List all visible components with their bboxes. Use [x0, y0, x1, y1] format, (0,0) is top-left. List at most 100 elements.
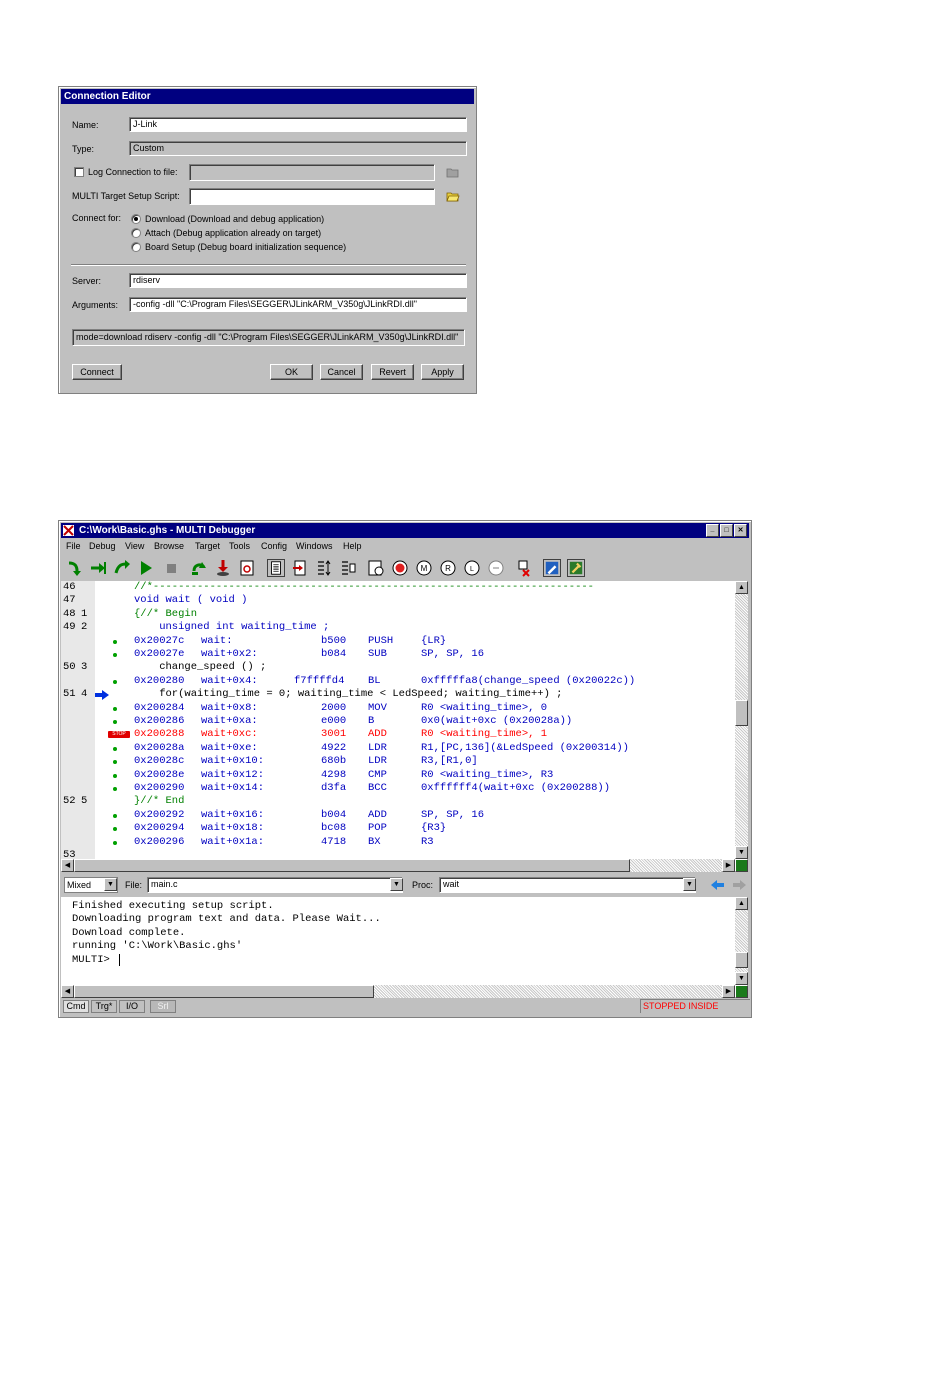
tab-srl[interactable]: Srl [150, 1000, 176, 1013]
disassembly-row[interactable]: 0x200284 wait+0x8: 2000 MOV R0 <waiting_time… [61, 702, 735, 715]
menu-tools[interactable]: Tools [229, 539, 250, 553]
local-vars-icon[interactable]: L [463, 559, 481, 577]
run-icon[interactable] [137, 559, 155, 577]
source-hscroll-thumb[interactable] [74, 859, 630, 872]
source-scroll-left-button[interactable]: ◀ [61, 859, 74, 872]
menu-browse[interactable]: Browse [154, 539, 184, 553]
tab-cmd[interactable]: Cmd [63, 1000, 89, 1013]
breakpoint-dot-icon[interactable] [113, 773, 117, 778]
navigate-back-icon[interactable] [710, 878, 726, 892]
breakpoint-dot-icon[interactable] [113, 653, 117, 657]
breakpoint-dot-icon[interactable] [113, 760, 117, 765]
disassembly-row[interactable]: 0x200294 wait+0x18: bc08 POP {R3} [61, 822, 735, 835]
proc-select[interactable]: wait [439, 877, 696, 893]
log-connection-checkbox[interactable] [74, 167, 84, 177]
go-to-pc-icon[interactable] [291, 559, 309, 577]
command-scroll-up-button[interactable]: ▲ [735, 897, 748, 910]
disassembly-row[interactable]: 0x200286 wait+0xa: e000 B 0x0(wait+0xc (0x20… [61, 715, 735, 728]
disassembly-row[interactable]: 0x200290 wait+0x14: d3fa BCC 0xffffff4(wait+… [61, 782, 735, 795]
board-setup-radio[interactable] [131, 242, 141, 252]
disassembly-row[interactable]: 0x20028e wait+0x12: 4298 CMP R0 <waiting_tim… [61, 769, 735, 782]
disassembly-row[interactable]: STOP 0x200288 wait+0xc: 3001 ADD R0 <waiting_… [61, 728, 735, 741]
breakpoint-dot-icon[interactable] [113, 787, 117, 791]
file-dropdown-arrow[interactable]: ▼ [390, 878, 403, 891]
call-stack-icon[interactable] [487, 559, 505, 577]
source-row[interactable]: 49 2 unsigned int waiting_time ; [61, 621, 735, 634]
hammer-icon[interactable] [567, 559, 585, 577]
stop-sign-icon[interactable] [391, 559, 409, 577]
stop-icon[interactable] [162, 559, 180, 577]
menu-file[interactable]: File [66, 539, 81, 553]
breakpoints-icon[interactable] [315, 559, 333, 577]
close-button[interactable]: ✕ [734, 524, 747, 537]
disassembly-row[interactable]: 0x20028c wait+0x10: 680b LDR R3,[R1,0] [61, 755, 735, 768]
source-scroll-right-button[interactable]: ▶ [722, 859, 735, 872]
source-row[interactable]: 48 1 {//* Begin [61, 608, 735, 621]
breakpoint-dot-icon[interactable] [113, 679, 117, 684]
command-scroll-right-button[interactable]: ▶ [722, 985, 735, 998]
disassembly-row[interactable]: 0x200296 wait+0x1a: 4718 BX R3 [61, 836, 735, 849]
step-out-icon[interactable] [113, 559, 131, 577]
menu-help[interactable]: Help [343, 539, 362, 553]
memory-view-icon[interactable]: M [415, 559, 433, 577]
breakpoint-stop-icon[interactable]: STOP [108, 731, 130, 739]
navigate-forward-icon[interactable] [731, 878, 747, 892]
breakpoint-dot-icon[interactable] [113, 840, 117, 845]
server-field[interactable]: rdiserv [129, 273, 467, 288]
command-scroll-thumb[interactable] [735, 952, 748, 968]
source-pane[interactable]: 46 //*-----------------------------------… [61, 581, 735, 859]
disassembly-row[interactable]: 0x200280 wait+0x4: f7ffffd4 BL 0xfffffa8(cha… [61, 675, 735, 688]
disassembly-row[interactable]: 0x20027e wait+0x2: b084 SUB SP, SP, 16 [61, 648, 735, 661]
breakpoint-dot-icon[interactable] [113, 813, 117, 818]
source-scroll-down-button[interactable]: ▼ [735, 846, 748, 859]
disconnect-icon[interactable] [515, 559, 533, 577]
disassembly-row[interactable]: 0x20028a wait+0xe: 4922 LDR R1,[PC,136](&Led… [61, 742, 735, 755]
source-scroll-thumb[interactable] [735, 700, 748, 726]
arguments-field[interactable]: -config -dll "C:\Program Files\SEGGER\JL… [129, 297, 467, 312]
disassembly-row[interactable]: 0x200292 wait+0x16: b004 ADD SP, SP, 16 [61, 809, 735, 822]
view-mode-dropdown-arrow[interactable]: ▼ [104, 878, 117, 891]
source-row[interactable]: 51 4 for(waiting_time = 0; waiting_time <… [61, 688, 735, 701]
edit-icon[interactable] [543, 559, 561, 577]
breakpoint-dot-icon[interactable] [113, 639, 117, 644]
ok-button[interactable]: OK [270, 364, 313, 380]
disassembly-row[interactable]: 0x20027c wait: b500 PUSH {LR} [61, 635, 735, 648]
command-hscroll-thumb[interactable] [74, 985, 374, 998]
source-view-icon[interactable] [267, 559, 285, 577]
cancel-button[interactable]: Cancel [320, 364, 363, 380]
source-row[interactable]: 47 void wait ( void ) [61, 594, 735, 607]
restart-icon[interactable] [190, 559, 208, 577]
menu-config[interactable]: Config [261, 539, 287, 553]
menu-view[interactable]: View [125, 539, 144, 553]
breakpoint-dot-icon[interactable] [113, 827, 117, 832]
step-into-icon[interactable] [89, 559, 107, 577]
breakpoint-dot-icon[interactable] [113, 706, 117, 711]
step-over-icon[interactable] [65, 559, 83, 577]
registers-view-icon[interactable] [339, 559, 357, 577]
download-icon[interactable] [214, 559, 232, 577]
menu-target[interactable]: Target [195, 539, 220, 553]
revert-button[interactable]: Revert [371, 364, 414, 380]
minimize-button[interactable]: _ [706, 524, 719, 537]
tab-io[interactable]: I/O [119, 1000, 145, 1013]
command-pane[interactable]: Finished executing setup script. Download… [61, 897, 735, 985]
setup-script-field[interactable] [189, 188, 435, 205]
breakpoint-dot-icon[interactable] [113, 746, 117, 751]
register-icon[interactable]: R [439, 559, 457, 577]
file-select[interactable]: main.c [147, 877, 403, 893]
attach-radio[interactable] [131, 228, 141, 238]
connect-button[interactable]: Connect [72, 364, 122, 380]
proc-dropdown-arrow[interactable]: ▼ [683, 878, 696, 891]
menu-debug[interactable]: Debug [89, 539, 116, 553]
browse-script-folder-icon[interactable] [446, 191, 460, 202]
tab-trg[interactable]: Trg* [91, 1000, 117, 1013]
source-row[interactable]: 46 //*-----------------------------------… [61, 581, 735, 594]
reload-icon[interactable] [238, 559, 256, 577]
browse-log-folder-icon[interactable] [446, 167, 460, 178]
breakpoint-dot-icon[interactable] [113, 720, 117, 724]
source-scroll-up-button[interactable]: ▲ [735, 581, 748, 594]
menu-windows[interactable]: Windows [296, 539, 333, 553]
download-radio[interactable] [131, 214, 141, 224]
command-prompt[interactable]: MULTI> [72, 954, 116, 967]
apply-button[interactable]: Apply [421, 364, 464, 380]
